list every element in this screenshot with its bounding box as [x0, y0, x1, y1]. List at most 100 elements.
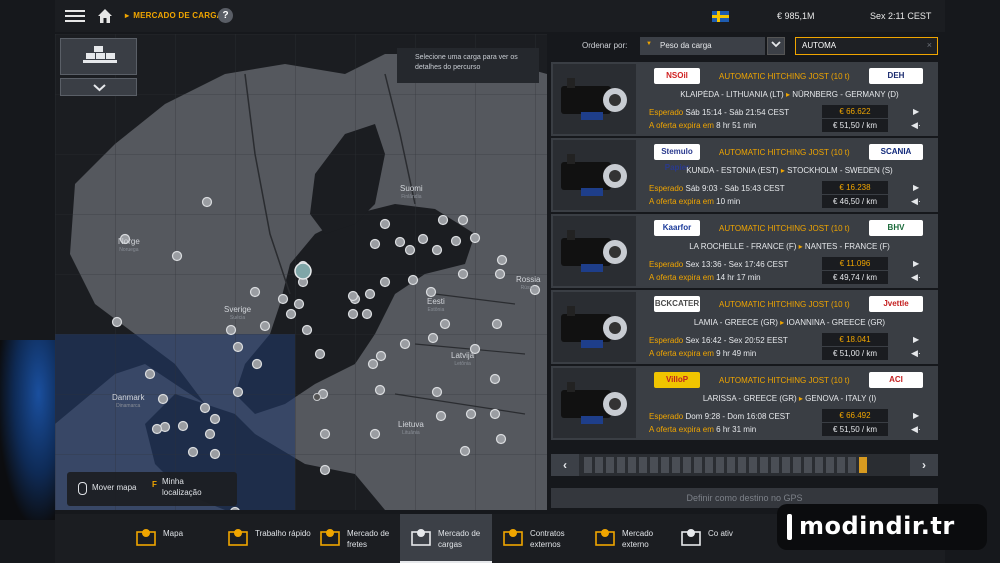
mouse-icon [78, 482, 87, 495]
page-dot[interactable] [804, 457, 812, 473]
page-dot[interactable] [705, 457, 713, 473]
nav-label: Trabalho rápido [255, 529, 311, 538]
job-card[interactable]: Stemulo Papier AUTOMATIC HITCHING JOST (… [551, 138, 938, 212]
nav-search-cargo[interactable]: Co ativ [670, 514, 762, 563]
nav-label: Mapa [163, 529, 184, 538]
job-rate: € 51,50 / km [822, 423, 888, 436]
nav-stopwatch[interactable]: Trabalho rápido [217, 514, 311, 563]
nav-freight[interactable]: Mercado de fretes [309, 514, 401, 563]
offer-expiry: A oferta expira em 9 hr 49 min [649, 349, 756, 358]
nav-globe-cargo[interactable]: Mercado externo [584, 514, 676, 563]
freight-icon [320, 529, 340, 546]
nav-globe[interactable]: Contratos externos [492, 514, 584, 563]
page-dot[interactable] [793, 457, 801, 473]
page-dot[interactable] [694, 457, 702, 473]
expected-label: Esperado [649, 184, 684, 193]
page-dot[interactable] [650, 457, 658, 473]
job-price: € 66.492 [822, 409, 888, 422]
page-dot[interactable] [672, 457, 680, 473]
page-dot[interactable] [606, 457, 614, 473]
origin-city: LARISSA - GREECE (GR) [702, 394, 797, 403]
view-route-icon[interactable]: ◀· [911, 424, 921, 435]
map-label-eesti: Eesti Estônia [427, 297, 445, 314]
expand-filters-button[interactable] [60, 78, 137, 96]
clear-search-icon[interactable]: × [927, 40, 932, 50]
previous-page-button[interactable]: ‹ [551, 454, 579, 476]
page-dot[interactable] [760, 457, 768, 473]
map-controls-legend: Mover mapa F Minha localização [67, 472, 237, 506]
page-dot[interactable] [837, 457, 845, 473]
map-icon [136, 529, 156, 546]
page-dot[interactable] [584, 457, 592, 473]
page-dot[interactable] [859, 457, 867, 473]
cargo-name: AUTOMATIC HITCHING JOST (10 t) [719, 72, 850, 81]
play-arrow-icon[interactable]: ▶ [913, 259, 919, 268]
job-info: Kaarfor AUTOMATIC HITCHING JOST (10 t) B… [641, 214, 938, 288]
page-dot[interactable] [738, 457, 746, 473]
job-route: LARISSA - GREECE (GR) ▸ GENOVA - ITALY (… [641, 394, 938, 403]
next-page-button[interactable]: › [910, 454, 938, 476]
expected-time: Sex 13:36 - Sex 17:46 CEST [685, 260, 789, 269]
job-info: VilloP AUTOMATIC HITCHING JOST (10 t) AC… [641, 366, 938, 440]
expected-window: Esperado Dom 9:28 - Dom 16:08 CEST [649, 412, 790, 421]
job-route: KUNDA - ESTONIA (EST) ▸ STOCKHOLM - SWED… [641, 166, 938, 175]
nav-map[interactable]: Mapa [125, 514, 217, 563]
expected-label: Esperado [649, 108, 684, 117]
job-info: Stemulo Papier AUTOMATIC HITCHING JOST (… [641, 138, 938, 212]
home-icon[interactable] [97, 8, 113, 24]
job-card[interactable]: Kaarfor AUTOMATIC HITCHING JOST (10 t) B… [551, 214, 938, 288]
page-dot[interactable] [683, 457, 691, 473]
page-dot[interactable] [628, 457, 636, 473]
money-balance: € 985,1M [777, 11, 815, 21]
search-cargo-icon [681, 529, 701, 546]
play-arrow-icon[interactable]: ▶ [913, 411, 919, 420]
job-card[interactable]: VilloP AUTOMATIC HITCHING JOST (10 t) AC… [551, 366, 938, 440]
destination-company-logo: SCANIA [869, 144, 923, 160]
job-card[interactable]: NSOil AUTOMATIC HITCHING JOST (10 t) DEH… [551, 62, 938, 136]
trucks-filter-button[interactable] [60, 38, 137, 75]
page-dot[interactable] [716, 457, 724, 473]
menu-icon[interactable] [65, 7, 85, 25]
expected-window: Esperado Sáb 9:03 - Sáb 15:43 CEST [649, 184, 785, 193]
play-arrow-icon[interactable]: ▶ [913, 183, 919, 192]
view-route-icon[interactable]: ◀· [911, 272, 921, 283]
job-card[interactable]: BCKCATER AUTOMATIC HITCHING JOST (10 t) … [551, 290, 938, 364]
cargo-thumbnail [553, 292, 636, 362]
destination-company-logo: Jvettle [869, 296, 923, 312]
offer-expiry: A oferta expira em 6 hr 31 min [649, 425, 756, 434]
job-rate: € 51,50 / km [822, 119, 888, 132]
page-dot[interactable] [826, 457, 834, 473]
page-dot[interactable] [661, 457, 669, 473]
cargo-name: AUTOMATIC HITCHING JOST (10 t) [719, 148, 850, 157]
help-button[interactable]: ? [218, 8, 233, 23]
page-dot[interactable] [617, 457, 625, 473]
page-dot[interactable] [727, 457, 735, 473]
page-dot[interactable] [848, 457, 856, 473]
play-arrow-icon[interactable]: ▶ [913, 107, 919, 116]
page-dot[interactable] [815, 457, 823, 473]
view-route-icon[interactable]: ◀· [911, 348, 921, 359]
nav-cargo[interactable]: Mercado de cargas [400, 514, 492, 563]
stopwatch-icon [228, 529, 248, 546]
page-dot[interactable] [749, 457, 757, 473]
nav-label: Mercado de fretes [347, 529, 390, 549]
page-dot[interactable] [595, 457, 603, 473]
world-map[interactable]: Suomi Finlândia Norge Noruega Sverige Suéci… [55, 34, 547, 510]
my-location-label[interactable]: Minha localização [162, 476, 222, 498]
play-arrow-icon[interactable]: ▶ [913, 335, 919, 344]
view-route-icon[interactable]: ◀· [911, 196, 921, 207]
expire-label: A oferta expira em [649, 273, 714, 282]
search-input[interactable]: AUTOMA × [795, 37, 938, 55]
breadcrumb: MERCADO DE CARGAS [125, 11, 228, 20]
map-label-sverige: Sverige Suécia [224, 305, 252, 322]
background-artwork [0, 340, 55, 520]
cargo-thumbnail [553, 368, 636, 438]
page-dot[interactable] [639, 457, 647, 473]
locate-key-label: F [152, 480, 157, 489]
page-dot[interactable] [771, 457, 779, 473]
view-route-icon[interactable]: ◀· [911, 120, 921, 131]
pan-map-label: Mover mapa [92, 483, 137, 492]
page-dot[interactable] [782, 457, 790, 473]
sort-dropdown[interactable]: Peso da carga [640, 37, 765, 55]
sort-order-toggle[interactable] [767, 37, 785, 55]
